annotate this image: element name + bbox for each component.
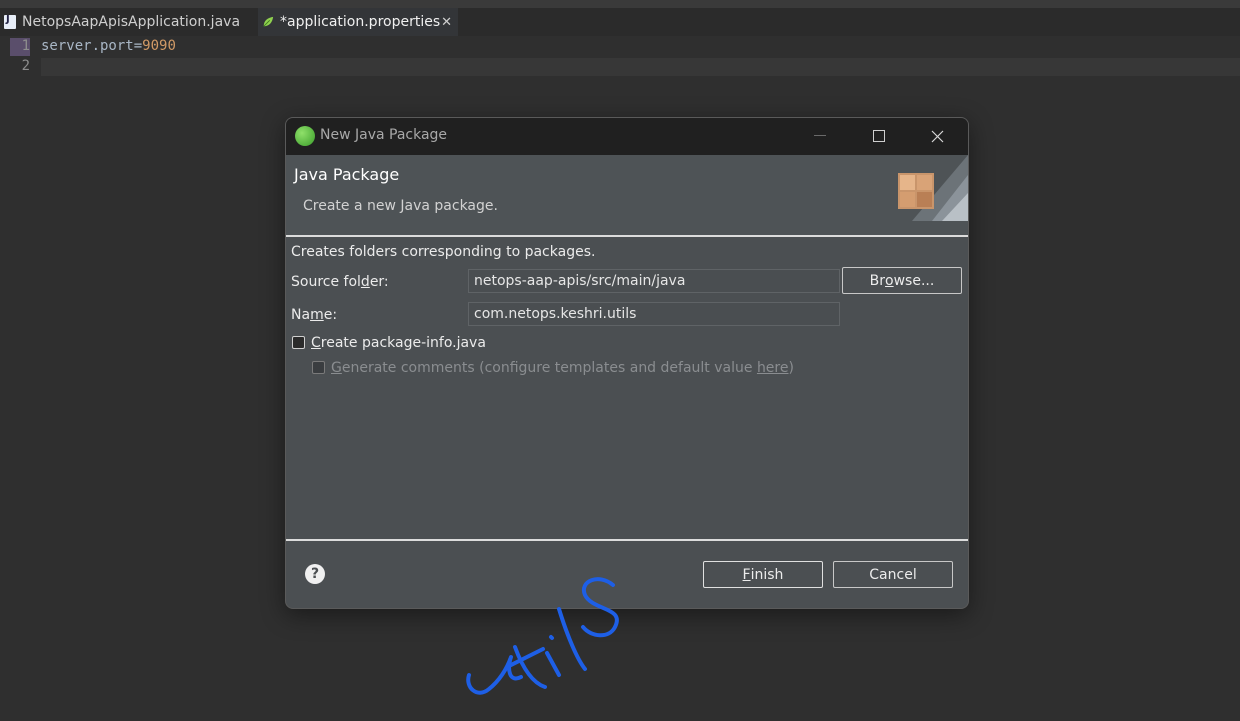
editor-tab-bar: NetopsAapApisApplication.java *applicati… bbox=[0, 8, 1240, 37]
spring-logo-icon bbox=[295, 126, 315, 146]
generate-comments-checkbox[interactable] bbox=[312, 361, 325, 374]
wizard-page-description: Create a new Java package. bbox=[303, 198, 498, 214]
name-label: Name: bbox=[291, 307, 338, 323]
footer-separator bbox=[286, 539, 968, 541]
header-separator bbox=[286, 235, 968, 237]
property-key: server.port bbox=[41, 38, 134, 54]
finish-button[interactable]: Finish bbox=[703, 561, 823, 588]
help-icon[interactable]: ? bbox=[305, 564, 325, 584]
property-equals: = bbox=[133, 38, 143, 54]
current-line-highlight bbox=[41, 58, 1240, 76]
dialog-titlebar[interactable]: New Java Package bbox=[286, 118, 968, 155]
dialog-description: Creates folders corresponding to package… bbox=[291, 244, 596, 260]
cancel-button[interactable]: Cancel bbox=[833, 561, 953, 588]
line-number: 2 bbox=[21, 58, 30, 74]
tab-label: NetopsAapApisApplication.java bbox=[22, 14, 241, 30]
dialog-header: Java Package Create a new Java package. bbox=[286, 155, 968, 235]
tab-application-properties[interactable]: *application.properties ✕ bbox=[258, 8, 458, 36]
package-name-input[interactable] bbox=[468, 302, 840, 326]
maximize-button[interactable] bbox=[865, 124, 893, 148]
close-tab-icon[interactable]: ✕ bbox=[441, 15, 452, 30]
leaf-icon bbox=[263, 16, 274, 27]
new-java-package-dialog: New Java Package Java Package Create a n… bbox=[285, 117, 969, 609]
source-folder-input[interactable] bbox=[468, 269, 840, 293]
browse-button[interactable]: Br o wse... bbox=[842, 267, 962, 294]
close-icon bbox=[931, 130, 943, 142]
tab-label: *application.properties bbox=[280, 14, 441, 30]
java-file-icon bbox=[4, 14, 16, 29]
handwritten-utils-annotation bbox=[466, 577, 619, 695]
property-value: 9090 bbox=[142, 38, 176, 54]
tab-netops-application-java[interactable]: NetopsAapApisApplication.java bbox=[0, 8, 252, 36]
templates-link[interactable]: here bbox=[757, 360, 789, 376]
line-number: 1 bbox=[21, 38, 30, 54]
generate-comments-label: Generate comments (configure templates a… bbox=[331, 360, 794, 376]
close-dialog-button[interactable] bbox=[923, 124, 951, 148]
wizard-page-title: Java Package bbox=[294, 165, 400, 184]
create-package-info-label[interactable]: Create package-info.java bbox=[311, 335, 486, 351]
maximize-icon bbox=[873, 130, 885, 142]
source-folder-label: Source folder: bbox=[291, 274, 389, 290]
package-wizard-banner-icon bbox=[898, 155, 968, 221]
window-top-strip bbox=[0, 0, 1240, 8]
create-package-info-checkbox[interactable] bbox=[292, 336, 305, 349]
code-line: server.port=9090 bbox=[41, 38, 176, 54]
minimize-button[interactable] bbox=[806, 124, 834, 148]
dialog-title: New Java Package bbox=[320, 127, 448, 143]
minimize-icon bbox=[814, 135, 826, 136]
